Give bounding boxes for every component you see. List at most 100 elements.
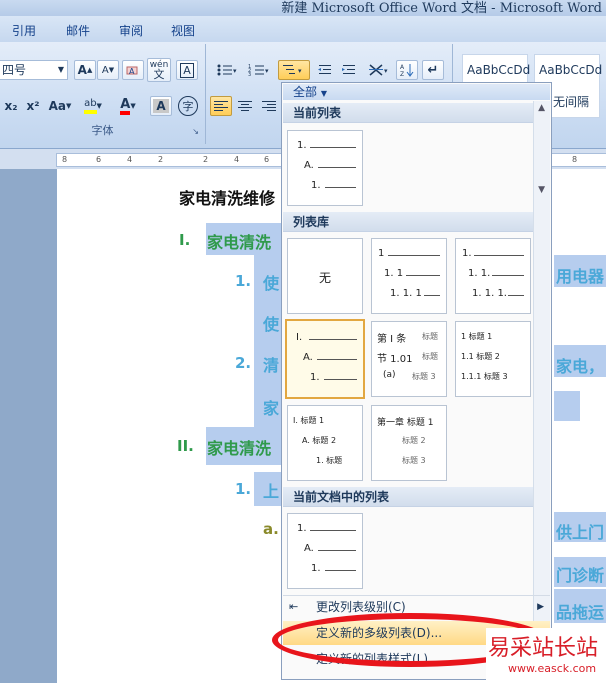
tile-level: 标题 3	[402, 456, 426, 465]
enclose-char-button[interactable]: 字	[176, 94, 200, 118]
list-tile-none[interactable]: 无	[287, 238, 363, 314]
tab-references[interactable]: 引用	[12, 22, 36, 39]
list-tile-current[interactable]: 1. A. 1.	[287, 130, 363, 206]
font-size-combo[interactable]: 四号 ▼	[0, 60, 68, 80]
clear-format-icon[interactable]: A	[122, 60, 144, 80]
enclose-char-label: 字	[178, 96, 198, 116]
font-color-button[interactable]: A ▼	[112, 96, 144, 116]
tile-level: 标题 2	[402, 436, 426, 445]
align-right-button[interactable]	[258, 96, 280, 116]
tile-level: A.	[304, 160, 314, 171]
list-tile-roman[interactable]: I. A. 1.	[285, 319, 365, 399]
tile-level: A.	[303, 352, 313, 363]
scroll-up-icon[interactable]: ▲	[538, 103, 545, 113]
svg-text:▾: ▾	[233, 67, 237, 75]
font-color-icon: A	[120, 98, 131, 115]
doc-fragment: 品拖运	[556, 603, 605, 622]
svg-text:A: A	[400, 64, 405, 71]
list-tile-numeric-dotted[interactable]: 1. 1. 1. 1. 1. 1.	[455, 238, 531, 314]
svg-text:A: A	[129, 67, 135, 76]
grow-font-label: A	[77, 63, 87, 77]
grow-font-button[interactable]: A ▲	[74, 60, 96, 80]
tile-level: 1.1.1 标题 3	[461, 372, 508, 381]
highlight-button[interactable]: ab ▼	[78, 96, 108, 116]
menu-filter[interactable]: 全部 ▼	[283, 84, 550, 100]
highlight-icon: ab	[84, 98, 97, 114]
shrink-font-button[interactable]: A ▼	[97, 60, 119, 80]
list-tile-numeric[interactable]: 1 1. 1 1. 1. 1	[371, 238, 447, 314]
tile-level: A.	[304, 543, 314, 554]
section-current-list: 当前列表	[283, 103, 534, 123]
align-center-button[interactable]	[234, 96, 256, 116]
tab-review[interactable]: 审阅	[119, 22, 143, 39]
chevron-down-icon[interactable]: ▼	[58, 61, 64, 79]
watermark-title: 易采站长站	[488, 636, 599, 661]
shrink-font-label: A	[101, 64, 109, 76]
tile-level: 标题	[422, 332, 438, 341]
bullets-button[interactable]: ▾	[212, 60, 242, 80]
subscript-button[interactable]: x₂	[2, 96, 20, 116]
svg-text:▾: ▾	[384, 67, 388, 75]
tile-level: 1.	[311, 180, 321, 191]
change-case-button[interactable]: Aa ▼	[46, 96, 74, 116]
ruler-tick: 2	[203, 155, 209, 164]
menu-scrollbar[interactable]: ▲ ▼	[533, 101, 550, 671]
list-tile-heading-roman[interactable]: I. 标题 1 A. 标题 2 1. 标题	[287, 405, 363, 481]
show-marks-icon[interactable]: ↵	[422, 60, 444, 80]
align-left-button[interactable]	[210, 96, 232, 116]
chinese-layout-button[interactable]: ▾	[364, 60, 394, 80]
ruler-tick: 8	[572, 155, 578, 164]
char-border-button[interactable]: A	[176, 60, 198, 80]
window-title: 新建 Microsoft Office Word 文档 - Microsoft …	[281, 1, 602, 16]
list-text: 家	[263, 399, 280, 418]
sort-button[interactable]: AZ	[396, 60, 418, 80]
change-level-icon: ⇤	[289, 600, 299, 613]
doc-heading: 家电清洗维修	[179, 189, 276, 208]
tile-level: I. 标题 1	[293, 416, 325, 425]
ribbon-tabs: 引用 邮件 审阅 视图	[0, 16, 606, 42]
ruler-tick: 6	[96, 155, 102, 164]
multilevel-list-menu: 全部 ▼ 当前列表 1. A. 1. 列表库 无 1 1. 1 1. 1. 1 …	[281, 82, 552, 680]
list-text: 使	[263, 274, 280, 293]
list-tile-article[interactable]: 第 I 条标题 节 1.01 标题 (a) 标题 3	[371, 321, 447, 397]
watermark-url: www.easck.com	[508, 662, 597, 675]
scroll-down-icon[interactable]: ▼	[538, 185, 545, 195]
multilevel-list-button[interactable]: ▾	[278, 60, 310, 80]
list-tile-chapter[interactable]: 第一章 标题 1 标题 2 标题 3	[371, 405, 447, 481]
svg-text:▾: ▾	[298, 67, 302, 75]
increase-indent-button[interactable]	[338, 60, 360, 80]
font-group: 四号 ▼ A ▲ A ▼ A wén 文 A x₂ x² Aa ▼ ab ▼ A ▼ A 字…	[0, 44, 206, 144]
tile-level: 第 I 条	[377, 334, 407, 345]
tab-mailings[interactable]: 邮件	[66, 22, 90, 39]
list-text: 清	[263, 356, 280, 375]
tile-level: 1. 1. 1	[390, 288, 422, 299]
superscript-button[interactable]: x²	[24, 96, 42, 116]
tile-level: 1.	[462, 248, 472, 259]
char-shading-button[interactable]: A	[150, 96, 172, 116]
font-size-value: 四号	[2, 63, 27, 77]
list-text: 家电清洗	[207, 233, 272, 252]
ruler-tick: 4	[234, 155, 240, 164]
list-tile-document[interactable]: 1. A. 1.	[287, 513, 363, 589]
tile-level: A. 标题 2	[302, 436, 337, 445]
svg-text:▾: ▾	[265, 67, 269, 75]
style-preview: AaBbCcDd	[539, 63, 603, 77]
numbering-button[interactable]: 1 2 3 ▾	[244, 60, 274, 80]
dialog-launcher-icon[interactable]: ↘	[192, 127, 199, 136]
phonetic-guide-button[interactable]: wén 文	[147, 58, 171, 82]
tab-view[interactable]: 视图	[171, 22, 195, 39]
tile-level: 1. 1	[384, 268, 404, 279]
list-tile-heading-numeric[interactable]: 1 标题 1 1.1 标题 2 1.1.1 标题 3	[455, 321, 531, 397]
decrease-indent-button[interactable]	[314, 60, 336, 80]
list-text: 上	[263, 482, 280, 501]
tile-level: 1 标题 1	[461, 332, 493, 341]
tile-level: 1	[378, 248, 385, 259]
ruler-tick: 4	[127, 155, 133, 164]
selection-highlight	[554, 391, 580, 421]
ruler-tick: 6	[264, 155, 270, 164]
chevron-down-icon: ▼	[320, 89, 327, 98]
tile-none-label: 无	[319, 271, 332, 285]
phonetic-guide-char: 文	[153, 68, 165, 81]
style-preview: AaBbCcDd	[467, 63, 531, 77]
doc-fragment: 家电，	[556, 357, 605, 376]
